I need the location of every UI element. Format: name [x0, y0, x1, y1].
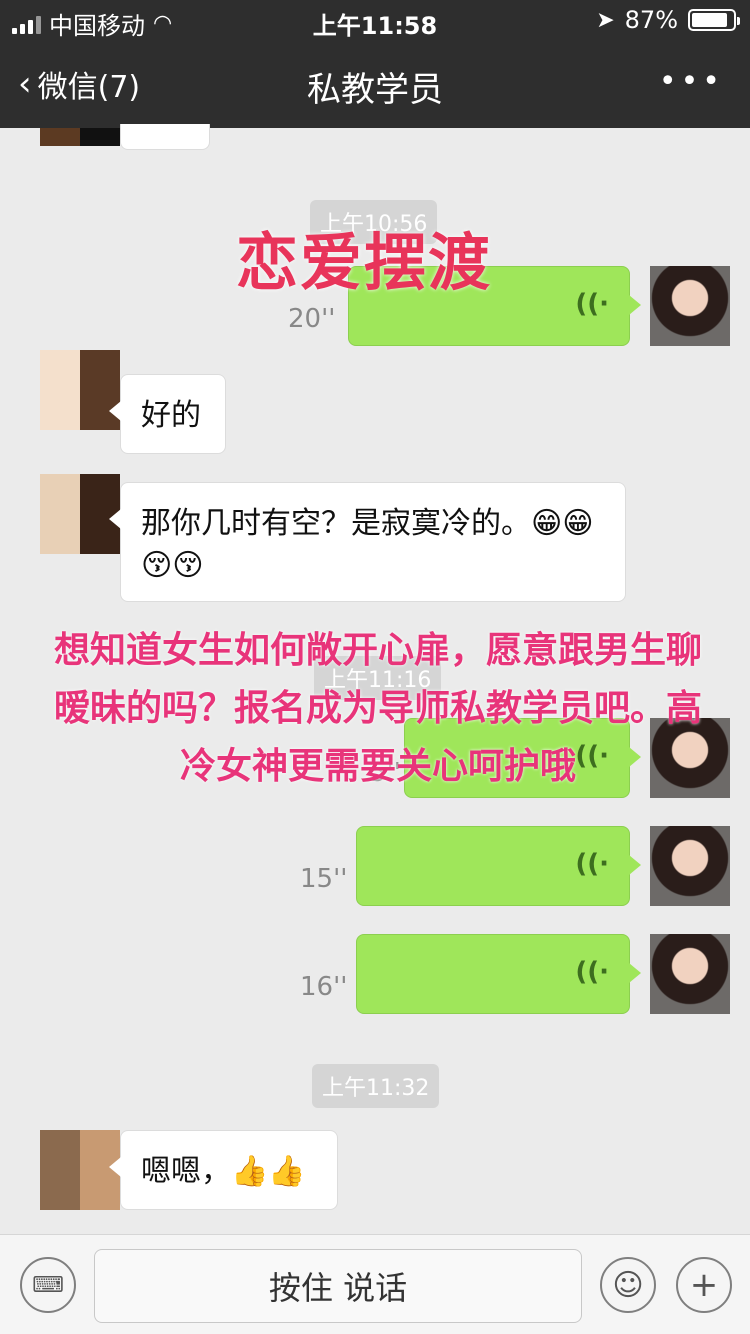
plus-button[interactable]: + — [676, 1257, 732, 1313]
my-avatar[interactable] — [650, 826, 730, 906]
voice-duration: 15'' — [300, 864, 348, 894]
my-avatar[interactable] — [650, 266, 730, 346]
app-header: 中国移动 ◠ 上午11:58 ➤ 87% ‹ 微信(7) 私教学员 ••• — [0, 0, 750, 128]
text-message[interactable]: 好的 — [109, 374, 226, 454]
battery-icon — [688, 9, 740, 31]
battery-percent: 87% — [624, 6, 678, 34]
voice-duration: 20'' — [288, 304, 336, 334]
more-button[interactable]: ••• — [659, 64, 724, 99]
keyboard-icon: ⌨ — [32, 1272, 64, 1298]
voice-message[interactable]: ((· — [356, 934, 641, 1014]
nav-bar: ‹ 微信(7) 私教学员 ••• — [0, 40, 750, 128]
hold-to-talk-button[interactable]: 按住 说话 — [94, 1249, 582, 1323]
partial-bubble — [120, 124, 210, 150]
status-bar: 中国移动 ◠ 上午11:58 ➤ 87% — [0, 0, 750, 40]
overlay-text: 想知道女生如何敞开心扉，愿意跟男生聊暧昧的吗？报名成为导师私教学员吧。高冷女神更… — [53, 630, 702, 787]
chat-title: 私教学员 — [307, 70, 443, 110]
my-avatar[interactable] — [650, 934, 730, 1014]
peer-avatar[interactable] — [40, 1130, 120, 1210]
status-right: ➤ 87% — [596, 6, 740, 34]
voice-wave-icon: ((· — [575, 289, 609, 319]
timestamp: 上午11:32 — [312, 1064, 440, 1108]
text-message[interactable]: 那你几时有空？是寂寞冷的。😁😁😚😚 — [109, 482, 626, 602]
voice-wave-icon: ((· — [575, 849, 609, 879]
peer-avatar[interactable] — [40, 474, 120, 554]
peer-avatar[interactable] — [40, 128, 120, 146]
emoji-button[interactable]: ☺ — [600, 1257, 656, 1313]
text-message[interactable]: 嗯嗯，👍👍 — [109, 1130, 338, 1210]
voice-wave-icon: ((· — [575, 957, 609, 987]
input-bar: ⌨ 按住 说话 ☺ + — [0, 1234, 750, 1334]
voice-duration: 16'' — [300, 972, 348, 1002]
keyboard-button[interactable]: ⌨ — [20, 1257, 76, 1313]
location-icon: ➤ — [596, 7, 615, 33]
voice-message[interactable]: ((· — [356, 826, 641, 906]
emoji-icon: ☺ — [612, 1267, 644, 1303]
peer-avatar[interactable] — [40, 350, 120, 430]
plus-icon: + — [689, 1265, 719, 1305]
overlay-title: 恋爱摆渡 — [236, 226, 493, 299]
